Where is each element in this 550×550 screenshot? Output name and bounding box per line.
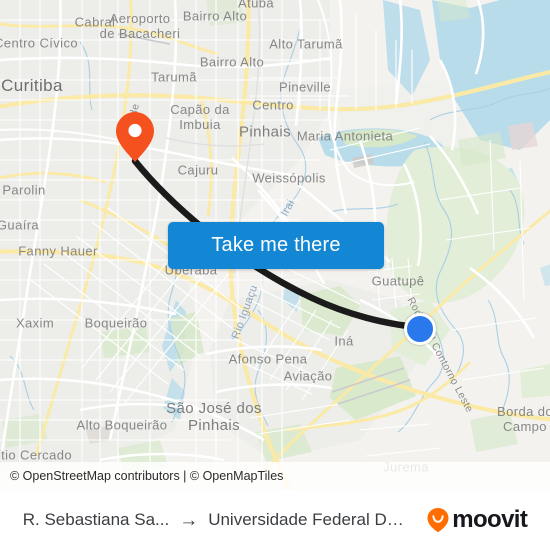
moovit-wordmark: moovit [452,506,528,533]
route-footer: R. Sebastiana Sa... → Universidade Feder… [0,490,550,550]
arrow-right-icon: → [179,509,199,531]
map-canvas[interactable]: .bg { fill:#f3f2ef; } .urban { fill:#ede… [0,0,550,490]
destination-dot[interactable] [404,313,436,345]
origin-pin-icon [116,112,154,162]
destination-label: Universidade Federal Do Paran... [208,510,408,529]
take-me-there-button[interactable]: Take me there [168,222,384,269]
attribution-text[interactable]: © OpenStreetMap contributors | © OpenMap… [10,469,283,483]
origin-label: R. Sebastiana Sa... [22,510,170,529]
moovit-pin-icon [427,508,449,533]
origin-pin[interactable] [115,111,155,163]
map-attribution: © OpenStreetMap contributors | © OpenMap… [0,462,550,490]
moovit-logo[interactable]: moovit [426,506,528,534]
moovit-route-preview: .bg { fill:#f3f2ef; } .urban { fill:#ede… [0,0,550,550]
